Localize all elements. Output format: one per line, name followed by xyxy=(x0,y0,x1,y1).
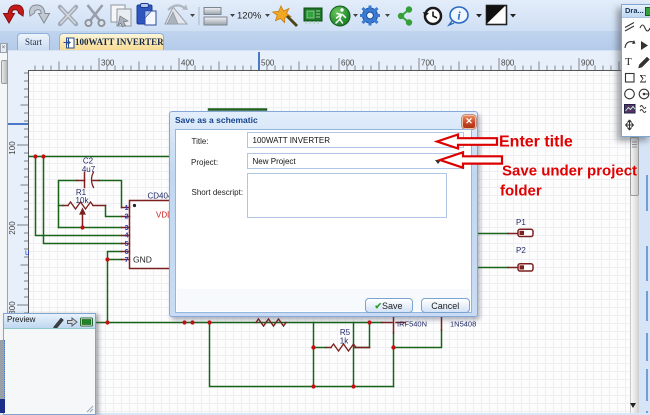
svg-text:folder: folder xyxy=(500,183,542,200)
svg-text:Enter title: Enter title xyxy=(499,134,573,151)
svg-text:Save under project: Save under project xyxy=(502,163,637,180)
